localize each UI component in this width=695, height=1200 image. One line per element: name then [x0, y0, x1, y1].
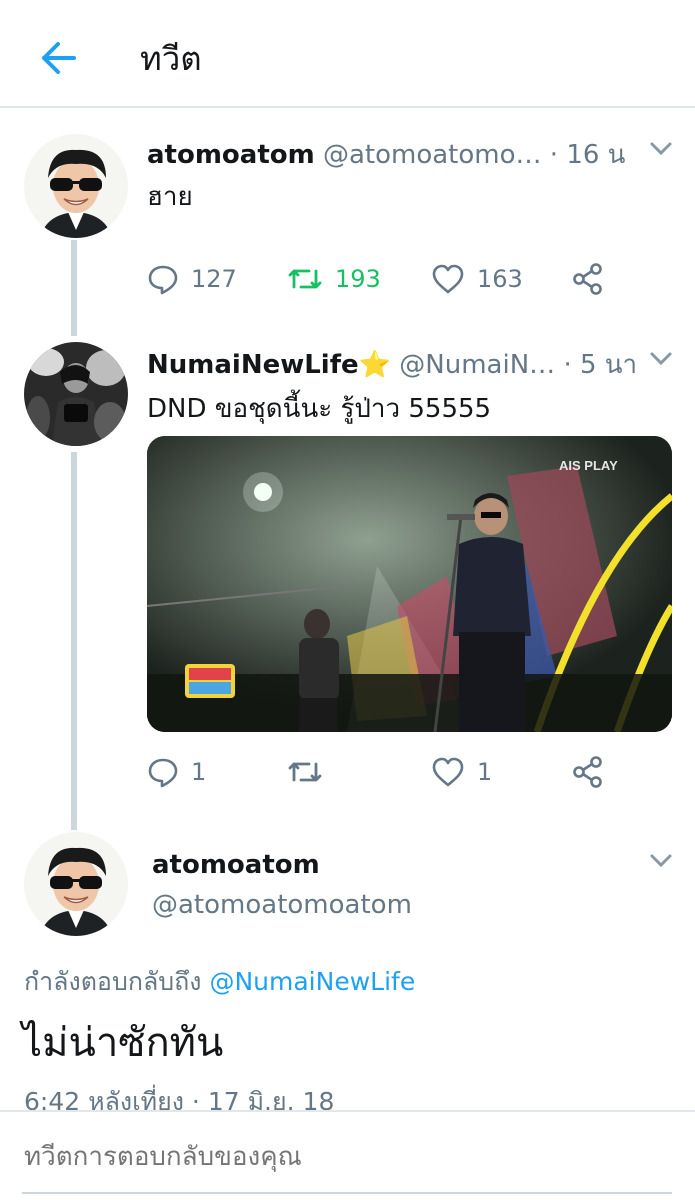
reply-mention-link[interactable]: @NumaiNewLife: [209, 967, 415, 996]
share-button[interactable]: [571, 257, 617, 301]
author-handle[interactable]: @atomoatomoatom: [152, 890, 412, 920]
input-underline: [22, 1192, 672, 1194]
tweet-time: 5 นาที: [579, 350, 637, 380]
media-watermark: AIS PLAY: [559, 458, 618, 473]
back-arrow-icon: [42, 42, 76, 74]
reply-composer: [0, 1110, 695, 1200]
author-name[interactable]: atomoatom: [147, 140, 315, 170]
author-handle[interactable]: @atomoatomo…: [323, 140, 542, 170]
star-emoji: ⭐: [358, 350, 392, 380]
thread-line: [71, 240, 77, 336]
share-icon: [573, 263, 602, 295]
page-title: ทวีต: [140, 39, 202, 78]
tweet-time: 16 นาที: [566, 140, 627, 170]
author-name[interactable]: NumaiNewLife: [147, 350, 359, 380]
thread-line: [71, 452, 77, 830]
main-tweet-text: ไม่น่าซักทัน: [22, 1020, 224, 1066]
reply-icon: [148, 265, 178, 295]
tweet-menu-button[interactable]: [646, 846, 676, 876]
avatar[interactable]: [24, 342, 128, 446]
reply-input[interactable]: [24, 1142, 664, 1172]
like-button[interactable]: 163: [431, 257, 523, 301]
author-name[interactable]: atomoatom: [152, 850, 320, 880]
chevron-down-icon: [650, 142, 672, 156]
reply-button[interactable]: 1: [147, 750, 206, 794]
tweet-text: DND ขอชุดนี้นะ รู้ป่าว 55555: [147, 394, 492, 424]
top-bar: ทวีต: [0, 0, 695, 108]
tweet-header: atomoatom @atomoatomo… · 16 นาที: [147, 134, 627, 175]
tweet-actions: 127 193 163: [147, 257, 617, 301]
back-button[interactable]: [30, 34, 86, 82]
like-button[interactable]: 1: [431, 750, 492, 794]
tweet-header: NumaiNewLife⭐ @NumaiN… · 5 นาที: [147, 344, 637, 385]
retweet-count: 193: [335, 265, 381, 293]
avatar[interactable]: [24, 832, 128, 936]
like-count: 163: [477, 265, 523, 293]
retweet-button[interactable]: [287, 750, 335, 794]
like-count: 1: [477, 758, 493, 786]
replying-to: กำลังตอบกลับถึง @NumaiNewLife: [24, 962, 415, 1002]
retweet-button[interactable]: 193: [287, 257, 381, 301]
heart-icon: [432, 757, 464, 787]
share-button[interactable]: [571, 750, 617, 794]
reply-count: 127: [191, 265, 237, 293]
chevron-down-icon: [650, 854, 672, 868]
avatar[interactable]: [24, 134, 128, 238]
tweet-media-image[interactable]: AIS PLAY: [147, 436, 672, 732]
separator-dot: ·: [549, 140, 559, 170]
retweet-icon: [288, 269, 322, 289]
heart-icon: [432, 264, 464, 294]
reply-count: 1: [191, 758, 207, 786]
tweet-menu-button[interactable]: [646, 134, 676, 164]
author-handle[interactable]: @NumaiN…: [399, 350, 555, 380]
tweet-text: ฮาย: [147, 182, 193, 212]
tweet-menu-button[interactable]: [646, 344, 676, 374]
reply-button[interactable]: 127: [147, 257, 237, 301]
tweet-actions: 1 1: [147, 750, 617, 794]
replying-to-label: กำลังตอบกลับถึง: [24, 967, 202, 996]
retweet-icon: [288, 762, 322, 782]
separator-dot: ·: [563, 350, 572, 380]
reply-icon: [148, 758, 178, 788]
chevron-down-icon: [650, 352, 672, 366]
share-icon: [573, 756, 602, 788]
